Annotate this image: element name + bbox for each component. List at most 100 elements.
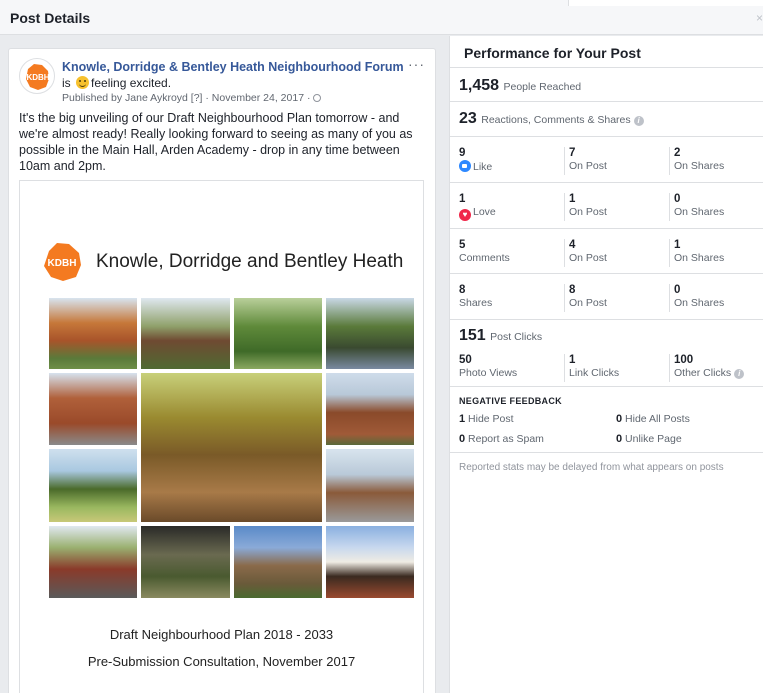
svg-text:KDBH: KDBH — [48, 258, 77, 269]
engagement-value: 23 — [459, 110, 477, 127]
engagement-total: 23 Reactions, Comments & Shares i — [459, 110, 644, 128]
post-clicks: 151 Post Clicks — [459, 327, 542, 345]
dialog-title: Post Details — [10, 10, 91, 26]
photo-church — [234, 526, 322, 598]
divider — [450, 67, 763, 68]
other-clicks-value: 100 — [674, 354, 694, 366]
people-reached: 1,458 People Reached — [459, 77, 581, 95]
photo-red-brick-building — [49, 373, 137, 445]
report-spam-label: Report as Spam — [468, 433, 544, 445]
kdbh-logo-icon: KDBH — [26, 64, 50, 90]
feeling-line: is feeling excited. — [62, 76, 171, 90]
photo-park-path — [234, 298, 322, 369]
comments-on-post: 4 On Post — [569, 239, 607, 264]
other-clicks-label: Other Clicks — [674, 367, 732, 379]
hide-all-posts-value: 0 — [616, 413, 623, 425]
shares-on-shares-label: On Shares — [674, 297, 725, 309]
post-card: KDBH Knowle, Dorridge & Bentley Heath Ne… — [8, 48, 436, 693]
performance-title: Performance for Your Post — [464, 45, 641, 61]
love-total-value: 1 — [459, 193, 466, 205]
love-on-post-value: 1 — [569, 193, 576, 205]
post-clicks-label: Post Clicks — [490, 331, 543, 343]
divider — [450, 228, 763, 229]
divider — [450, 136, 763, 137]
column-divider — [564, 193, 565, 221]
comments-on-shares-label: On Shares — [674, 252, 725, 264]
info-icon[interactable]: i — [734, 369, 745, 379]
smiley-icon — [76, 76, 90, 89]
post-body: It's the big unveiling of our Draft Neig… — [19, 111, 413, 173]
shares-total-label: Shares — [459, 297, 493, 309]
photo-views-value: 50 — [459, 354, 472, 366]
kdbh-logo-large-icon: KDBH — [44, 243, 81, 281]
shares-total-value: 8 — [459, 284, 466, 296]
report-spam-stat: 0 Report as Spam — [459, 433, 544, 445]
like-on-post: 7 On Post — [569, 147, 607, 172]
more-options-icon[interactable]: ··· — [408, 56, 425, 72]
column-divider — [669, 284, 670, 312]
comments-on-post-value: 4 — [569, 239, 576, 251]
column-divider — [669, 193, 670, 221]
photo-canal — [326, 298, 414, 369]
post-image[interactable]: KDBH Knowle, Dorridge and Bentley Heath … — [19, 180, 424, 693]
column-divider — [669, 239, 670, 267]
photo-pub — [49, 526, 137, 598]
love-total-label: Love — [473, 206, 496, 218]
divider — [450, 319, 763, 320]
love-on-post: 1 On Post — [569, 193, 607, 218]
people-reached-label: People Reached — [503, 81, 582, 93]
divider — [450, 182, 763, 183]
document-title: Knowle, Dorridge and Bentley Heath — [96, 251, 404, 272]
photo-views: 50 Photo Views — [459, 354, 517, 379]
close-icon[interactable]: × — [756, 11, 763, 25]
column-divider — [669, 147, 670, 175]
globe-icon — [313, 94, 322, 102]
like-on-shares-label: On Shares — [674, 160, 725, 172]
like-total: 9 Like — [459, 147, 492, 173]
photo-village-hall — [326, 373, 414, 445]
document-caption-plan: Draft Neighbourhood Plan 2018 - 2033 — [109, 627, 334, 642]
hide-post-value: 1 — [459, 413, 466, 425]
column-divider — [564, 354, 565, 382]
heart-icon: ♥ — [459, 209, 471, 221]
page-name-link[interactable]: Knowle, Dorridge & Bentley Heath Neighbo… — [62, 60, 404, 74]
hide-post-label: Hide Post — [468, 413, 514, 425]
document-caption-consultation: Pre-Submission Consultation, November 20… — [87, 654, 356, 669]
engagement-label: Reactions, Comments & Shares — [481, 114, 631, 126]
shares-total: 8 Shares — [459, 284, 492, 309]
performance-pane: Performance for Your Post 1,458 People R… — [449, 36, 763, 693]
divider — [450, 101, 763, 102]
comments-total: 5 Comments — [459, 239, 510, 264]
link-clicks: 1 Link Clicks — [569, 354, 619, 379]
comments-total-value: 5 — [459, 239, 466, 251]
photo-half-timbered-house — [326, 526, 414, 598]
like-on-post-value: 7 — [569, 147, 576, 159]
stats-delay-note: Reported stats may be delayed from what … — [459, 462, 724, 473]
photo-trees — [49, 298, 137, 369]
background-tab — [568, 0, 763, 6]
column-divider — [564, 284, 565, 312]
shares-on-shares: 0 On Shares — [674, 284, 724, 309]
post-clicks-value: 151 — [459, 327, 486, 344]
love-on-shares: 0 On Shares — [674, 193, 724, 218]
comments-total-label: Comments — [459, 252, 510, 264]
page-avatar[interactable]: KDBH — [19, 58, 55, 94]
love-on-shares-label: On Shares — [674, 206, 725, 218]
photo-tudor-house — [141, 298, 230, 369]
column-divider — [669, 354, 670, 382]
shares-on-post-label: On Post — [569, 297, 607, 309]
comments-on-shares-value: 1 — [674, 239, 681, 251]
info-icon[interactable]: i — [633, 116, 644, 126]
feeling-text: feeling excited. — [91, 76, 172, 90]
like-icon — [459, 160, 471, 172]
love-total: 1 ♥ Love — [459, 193, 496, 221]
love-on-post-label: On Post — [569, 206, 607, 218]
love-on-shares-value: 0 — [674, 193, 681, 205]
photo-autumn-path — [141, 373, 322, 522]
photo-signpost — [141, 526, 230, 598]
post-preview-pane: KDBH Knowle, Dorridge & Bentley Heath Ne… — [0, 36, 449, 693]
link-clicks-label: Link Clicks — [569, 367, 620, 379]
column-divider — [564, 239, 565, 267]
like-on-shares-value: 2 — [674, 147, 681, 159]
report-spam-value: 0 — [459, 433, 466, 445]
